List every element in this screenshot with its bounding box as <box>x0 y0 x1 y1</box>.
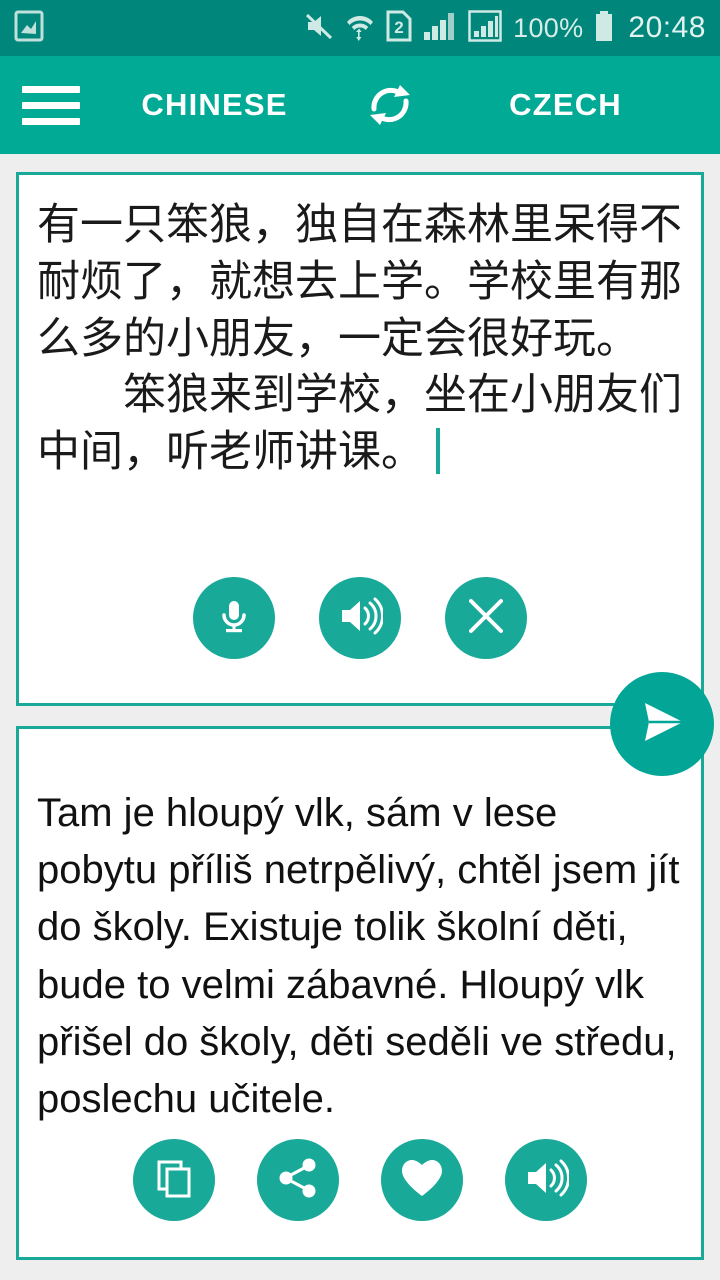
source-text-area[interactable]: 有一只笨狼，独自在森林里呆得不耐烦了，就想去上学。学校里有那么多的小朋友，一定会… <box>19 175 701 577</box>
clear-source-button[interactable] <box>445 577 527 659</box>
share-button[interactable] <box>257 1139 339 1221</box>
target-text: Tam je hloupý vlk, sám v lese pobytu pří… <box>37 791 680 1121</box>
status-bar-system-icons: 2 100% 20:48 <box>304 9 706 47</box>
copy-icon <box>152 1156 196 1205</box>
clock-label: 20:48 <box>628 11 706 44</box>
copy-button[interactable] <box>133 1139 215 1221</box>
battery-full-icon <box>594 10 614 47</box>
source-action-row <box>19 577 701 703</box>
source-language-button[interactable]: CHINESE <box>82 87 347 123</box>
sim2-icon: 2 <box>386 10 412 47</box>
signal-boxed-icon <box>468 9 502 47</box>
heart-icon <box>399 1157 445 1204</box>
send-translate-button[interactable] <box>610 672 714 776</box>
mute-icon <box>304 11 334 46</box>
microphone-button[interactable] <box>193 577 275 659</box>
source-text[interactable]: 有一只笨狼，独自在森林里呆得不耐烦了，就想去上学。学校里有那么多的小朋友，一定会… <box>37 201 682 476</box>
favorite-button[interactable] <box>381 1139 463 1221</box>
source-text-card[interactable]: 有一只笨狼，独自在森林里呆得不耐烦了，就想去上学。学校里有那么多的小朋友，一定会… <box>16 172 704 706</box>
hamburger-line <box>22 101 80 109</box>
speaker-icon <box>337 595 385 642</box>
speak-source-button[interactable] <box>319 577 401 659</box>
image-notification-icon <box>14 9 44 48</box>
hamburger-line <box>22 85 80 93</box>
share-icon <box>276 1156 320 1205</box>
status-bar: 2 100% 20:48 <box>0 0 720 56</box>
app-bar: CHINESE CZECH <box>0 56 720 154</box>
hamburger-line <box>22 117 80 125</box>
wifi-icon <box>345 10 375 47</box>
microphone-icon <box>212 594 256 643</box>
hamburger-icon[interactable] <box>22 81 82 129</box>
svg-text:2: 2 <box>394 18 403 37</box>
signal-icon <box>423 11 457 46</box>
status-bar-notifications <box>14 9 304 48</box>
target-text-card[interactable]: Tam je hloupý vlk, sám v lese pobytu pří… <box>16 726 704 1260</box>
translation-content: 有一只笨狼，独自在森林里呆得不耐烦了，就想去上学。学校里有那么多的小朋友，一定会… <box>0 154 720 1280</box>
target-language-button[interactable]: CZECH <box>433 87 698 123</box>
swap-languages-icon[interactable] <box>347 69 433 141</box>
speaker-icon <box>523 1157 571 1204</box>
close-icon <box>465 595 507 642</box>
target-action-row <box>19 1139 701 1257</box>
speak-target-button[interactable] <box>505 1139 587 1221</box>
battery-percent-label: 100% <box>513 12 584 43</box>
send-icon <box>631 691 693 758</box>
text-caret <box>436 428 440 474</box>
target-text-area: Tam je hloupý vlk, sám v lese pobytu pří… <box>19 729 701 1139</box>
